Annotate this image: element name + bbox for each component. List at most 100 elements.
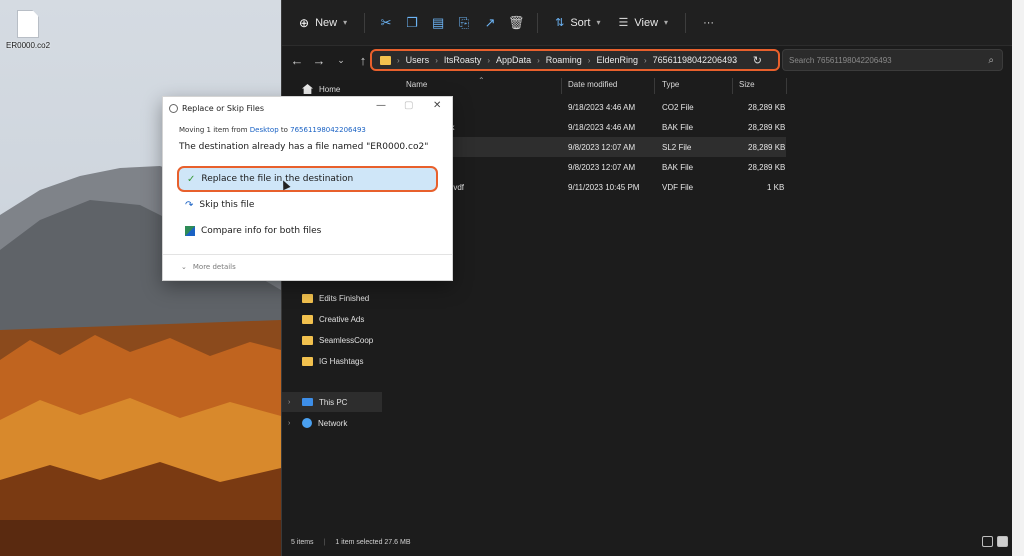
folder-icon	[302, 314, 313, 324]
search-icon: ⌕	[988, 54, 994, 66]
compare-files-option[interactable]: Compare info for both files	[177, 220, 437, 242]
table-row[interactable]: loud.vdf 9/11/2023 10:45 PM VDF File 1 K…	[398, 177, 786, 197]
new-label: New	[315, 16, 338, 29]
view-button[interactable]: ☰ View ▾	[612, 9, 676, 37]
status-divider: |	[323, 538, 326, 546]
file-size: 28,289 KB	[748, 143, 786, 152]
sidebar-item-creative-ads[interactable]: Creative Ads	[282, 309, 382, 329]
plus-circle-icon: ⊕	[299, 15, 310, 30]
sidebar-item-network[interactable]: › Network	[282, 413, 382, 433]
share-icon[interactable]: ↗	[479, 9, 501, 37]
tiles-view-icon[interactable]	[997, 536, 1008, 547]
more-options-button[interactable]: ···	[696, 9, 721, 37]
status-selection: 1 item selected 27.6 MB	[335, 538, 411, 546]
desktop-file-er0000[interactable]: ER0000.co2	[6, 10, 50, 50]
column-header-size[interactable]: Size	[739, 80, 755, 89]
sidebar-item-label: Creative Ads	[319, 314, 365, 324]
delete-icon[interactable]: 🗑	[505, 9, 527, 37]
checkmark-icon: ✓	[187, 173, 196, 185]
replace-option-label: Replace the file in the destination	[201, 174, 354, 184]
dialog-title: Replace or Skip Files	[182, 103, 265, 113]
breadcrumb-steamid[interactable]: 76561198042206493	[653, 55, 737, 65]
details-view-icon[interactable]	[982, 536, 993, 547]
breadcrumb-appdata[interactable]: AppData	[496, 55, 531, 65]
copy-icon[interactable]: ❐	[401, 9, 423, 37]
sort-button[interactable]: ⇅ Sort ▾	[548, 9, 607, 37]
column-header-name[interactable]: Name	[406, 80, 427, 89]
breadcrumb-user[interactable]: ItsRoasty	[444, 55, 482, 65]
command-bar: ⊕ New ▾ ✂ ❐ ▤ ⎘ ↗ 🗑 ⇅ Sort ▾ ☰ View ▾ ··…	[282, 0, 1013, 46]
file-size: 28,289 KB	[748, 123, 786, 132]
column-divider[interactable]	[654, 78, 655, 94]
search-placeholder: Search 76561198042206493	[789, 55, 892, 65]
sidebar-item-this-pc[interactable]: › This PC	[282, 392, 382, 412]
close-icon[interactable]: ✕	[433, 100, 441, 111]
breadcrumb-users[interactable]: Users	[406, 55, 430, 65]
view-label: View	[634, 16, 659, 29]
table-row[interactable]: 9/8/2023 12:07 AM SL2 File 28,289 KB	[398, 137, 786, 157]
table-row[interactable]: 9/18/2023 4:46 AM CO2 File 28,289 KB	[398, 97, 786, 117]
paste-icon[interactable]: ▤	[427, 9, 449, 37]
table-row[interactable]: k 9/8/2023 12:07 AM BAK File 28,289 KB	[398, 157, 786, 177]
new-button[interactable]: ⊕ New ▾	[292, 9, 354, 37]
toolbar-divider	[685, 12, 687, 33]
folder-icon	[380, 55, 391, 65]
replace-file-option[interactable]: ✓ Replace the file in the destination	[177, 166, 438, 192]
breadcrumb-roaming[interactable]: Roaming	[546, 55, 582, 65]
file-type: SL2 File	[662, 143, 692, 152]
search-box[interactable]: Search 76561198042206493 ⌕	[782, 49, 1003, 71]
sidebar-item-ig-hashtags[interactable]: IG Hashtags	[282, 351, 382, 371]
skip-file-option[interactable]: ↷ Skip this file	[177, 194, 437, 216]
refresh-icon[interactable]: ↻	[753, 54, 762, 67]
breadcrumb-chevron-icon: ›	[487, 55, 491, 65]
column-divider[interactable]	[732, 78, 733, 94]
sidebar-item-label: This PC	[319, 397, 348, 407]
chevron-right-icon[interactable]: ›	[288, 420, 290, 427]
navigation-bar: ← → ⌄ ↑ › Users › ItsRoasty › AppData › …	[282, 46, 1013, 74]
file-size: 1 KB	[767, 183, 785, 192]
back-arrow-icon[interactable]: ←	[286, 53, 308, 68]
chevron-right-icon[interactable]: ›	[288, 399, 290, 406]
view-icon: ☰	[618, 17, 629, 29]
address-dropdown-icon[interactable]: ⌄	[731, 56, 738, 65]
sort-label: Sort	[570, 16, 591, 29]
destination-link[interactable]: 76561198042206493	[290, 126, 366, 134]
forward-arrow-icon[interactable]: →	[308, 53, 330, 68]
sidebar-item-edits-finished[interactable]: Edits Finished	[282, 288, 382, 308]
chevron-down-icon: ▾	[664, 18, 669, 27]
sidebar-item-label: Network	[318, 418, 348, 428]
column-divider[interactable]	[561, 78, 562, 94]
recent-chevron-icon[interactable]: ⌄	[330, 55, 352, 66]
more-details-toggle[interactable]: ⌄ More details	[181, 263, 236, 271]
sort-icon: ⇅	[555, 17, 565, 29]
rename-icon[interactable]: ⎘	[453, 9, 475, 37]
column-header-type[interactable]: Type	[662, 80, 679, 89]
cut-icon[interactable]: ✂	[375, 9, 397, 37]
file-date: 9/8/2023 12:07 AM	[568, 163, 636, 172]
maximize-icon[interactable]: ▢	[404, 100, 413, 111]
file-type: CO2 File	[662, 103, 694, 112]
column-header-date[interactable]: Date modified	[568, 80, 617, 89]
minimize-icon[interactable]: —	[376, 100, 386, 111]
source-link[interactable]: Desktop	[250, 126, 279, 134]
toolbar-divider	[364, 12, 366, 33]
sidebar-item-seamlesscoop[interactable]: SeamlessCoop	[282, 330, 382, 350]
table-row[interactable]: ak 9/18/2023 4:46 AM BAK File 28,289 KB	[398, 117, 786, 137]
breadcrumb-eldenring[interactable]: EldenRing	[596, 55, 638, 65]
file-date: 9/18/2023 4:46 AM	[568, 103, 636, 112]
status-bar: 5 items | 1 item selected 27.6 MB	[282, 532, 1013, 552]
desktop-file-label: ER0000.co2	[6, 41, 51, 50]
file-type: VDF File	[662, 183, 694, 192]
file-icon	[17, 10, 39, 38]
screen-edge-strip	[1012, 0, 1024, 556]
file-size: 28,289 KB	[748, 103, 786, 112]
file-size: 28,289 KB	[748, 163, 786, 172]
toolbar-divider	[537, 12, 539, 33]
breadcrumb-chevron-icon: ›	[397, 55, 400, 65]
more-details-label: More details	[192, 263, 236, 271]
breadcrumb-chevron-icon: ›	[435, 55, 438, 65]
column-divider[interactable]	[786, 78, 787, 94]
network-icon	[302, 418, 312, 428]
chevron-down-icon: ▾	[596, 18, 601, 27]
address-bar[interactable]: › Users › ItsRoasty › AppData › Roaming …	[370, 49, 780, 71]
